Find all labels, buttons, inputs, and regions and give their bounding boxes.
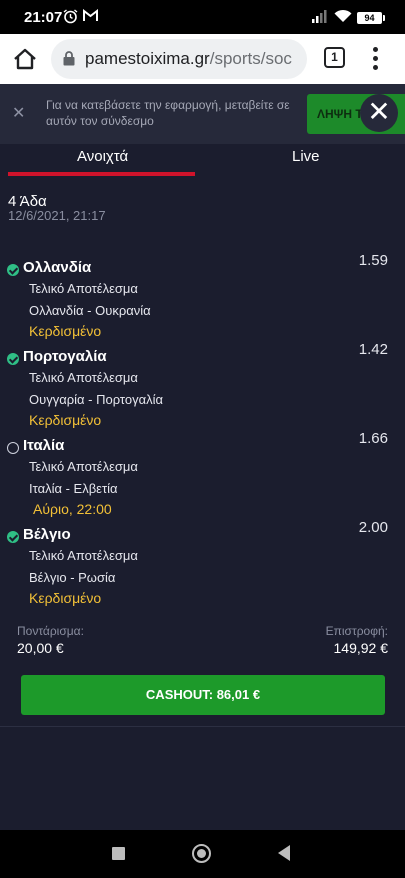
home-button-icon[interactable] <box>192 844 211 863</box>
url-text: pamestoixima.gr/sports/soc <box>85 49 292 69</box>
status-bar: 21:07 94 <box>0 0 405 34</box>
selection-match: Ολλανδία - Ουκρανία <box>29 303 151 318</box>
check-circle-icon <box>7 353 19 365</box>
active-tab-indicator <box>8 172 195 176</box>
overflow-menu-icon[interactable] <box>367 47 383 71</box>
selection-team: Πορτογαλία <box>23 348 107 365</box>
banner-close-icon[interactable]: ✕ <box>12 103 25 123</box>
selection-market: Τελικό Αποτέλεσμα <box>29 281 138 296</box>
selection-result: Κερδισμένο <box>29 323 102 339</box>
return-label: Επιστροφή: <box>325 624 388 638</box>
selection-result: Κερδισμένο <box>29 412 102 428</box>
tab-live[interactable]: Live <box>292 148 320 165</box>
tab-switcher-button[interactable]: 1 <box>324 47 345 68</box>
signal-icon <box>312 9 328 27</box>
battery-icon: 94 <box>357 12 385 24</box>
selection-team: Ιταλία <box>23 437 65 454</box>
stake-label: Ποντάρισμα: <box>17 624 84 638</box>
selection-team: Βέλγιο <box>23 526 71 543</box>
selection-odds: 1.66 <box>358 430 388 447</box>
selection-odds: 1.59 <box>358 252 388 269</box>
tab-open-bets[interactable]: Ανοιχτά <box>77 148 128 165</box>
gmail-icon <box>83 8 98 26</box>
selection-match: Βέλγιο - Ρωσία <box>29 570 116 585</box>
banner-text[interactable]: Για να κατεβάσετε την εφαρμογή, μεταβείτ… <box>46 97 301 129</box>
lock-icon <box>63 51 75 71</box>
return-value: 149,92 € <box>333 640 389 656</box>
selection-result: Κερδισμένο <box>29 590 102 606</box>
close-icon[interactable]: ✕ <box>360 94 398 132</box>
browser-toolbar: pamestoixima.gr/sports/soc 1 <box>0 34 405 84</box>
stake-value: 20,00 € <box>17 640 64 656</box>
open-circle-icon <box>7 442 19 454</box>
bet-date: 12/6/2021, 21:17 <box>8 208 106 223</box>
selection-odds: 1.42 <box>358 341 388 358</box>
recents-icon[interactable] <box>112 847 125 860</box>
selection-team: Ολλανδία <box>23 259 92 276</box>
alarm-icon <box>63 9 78 28</box>
cashout-button[interactable]: CASHOUT: 86,01 € <box>21 675 385 715</box>
selection-market: Τελικό Αποτέλεσμα <box>29 370 138 385</box>
wifi-icon <box>334 9 352 27</box>
check-circle-icon <box>7 531 19 543</box>
selection-market: Τελικό Αποτέλεσμα <box>29 459 138 474</box>
selection-odds: 2.00 <box>358 519 388 536</box>
check-circle-icon <box>7 264 19 276</box>
divider <box>0 726 405 727</box>
url-domain: pamestoixima.gr <box>85 49 210 68</box>
status-time: 21:07 <box>24 9 63 26</box>
back-icon[interactable] <box>278 845 290 861</box>
address-bar[interactable]: pamestoixima.gr/sports/soc <box>51 39 307 79</box>
app-download-banner: ✕ Για να κατεβάσετε την εφαρμογή, μεταβε… <box>0 84 405 144</box>
selection-kickoff: Αύριο, 22:00 <box>33 501 112 517</box>
selection-market: Τελικό Αποτέλεσμα <box>29 548 138 563</box>
selection-match: Ιταλία - Ελβετία <box>29 481 118 496</box>
home-icon[interactable] <box>11 45 39 73</box>
url-path: /sports/soc <box>209 49 292 68</box>
selection-match: Ουγγαρία - Πορτογαλία <box>29 392 164 407</box>
system-nav-bar <box>0 830 405 878</box>
